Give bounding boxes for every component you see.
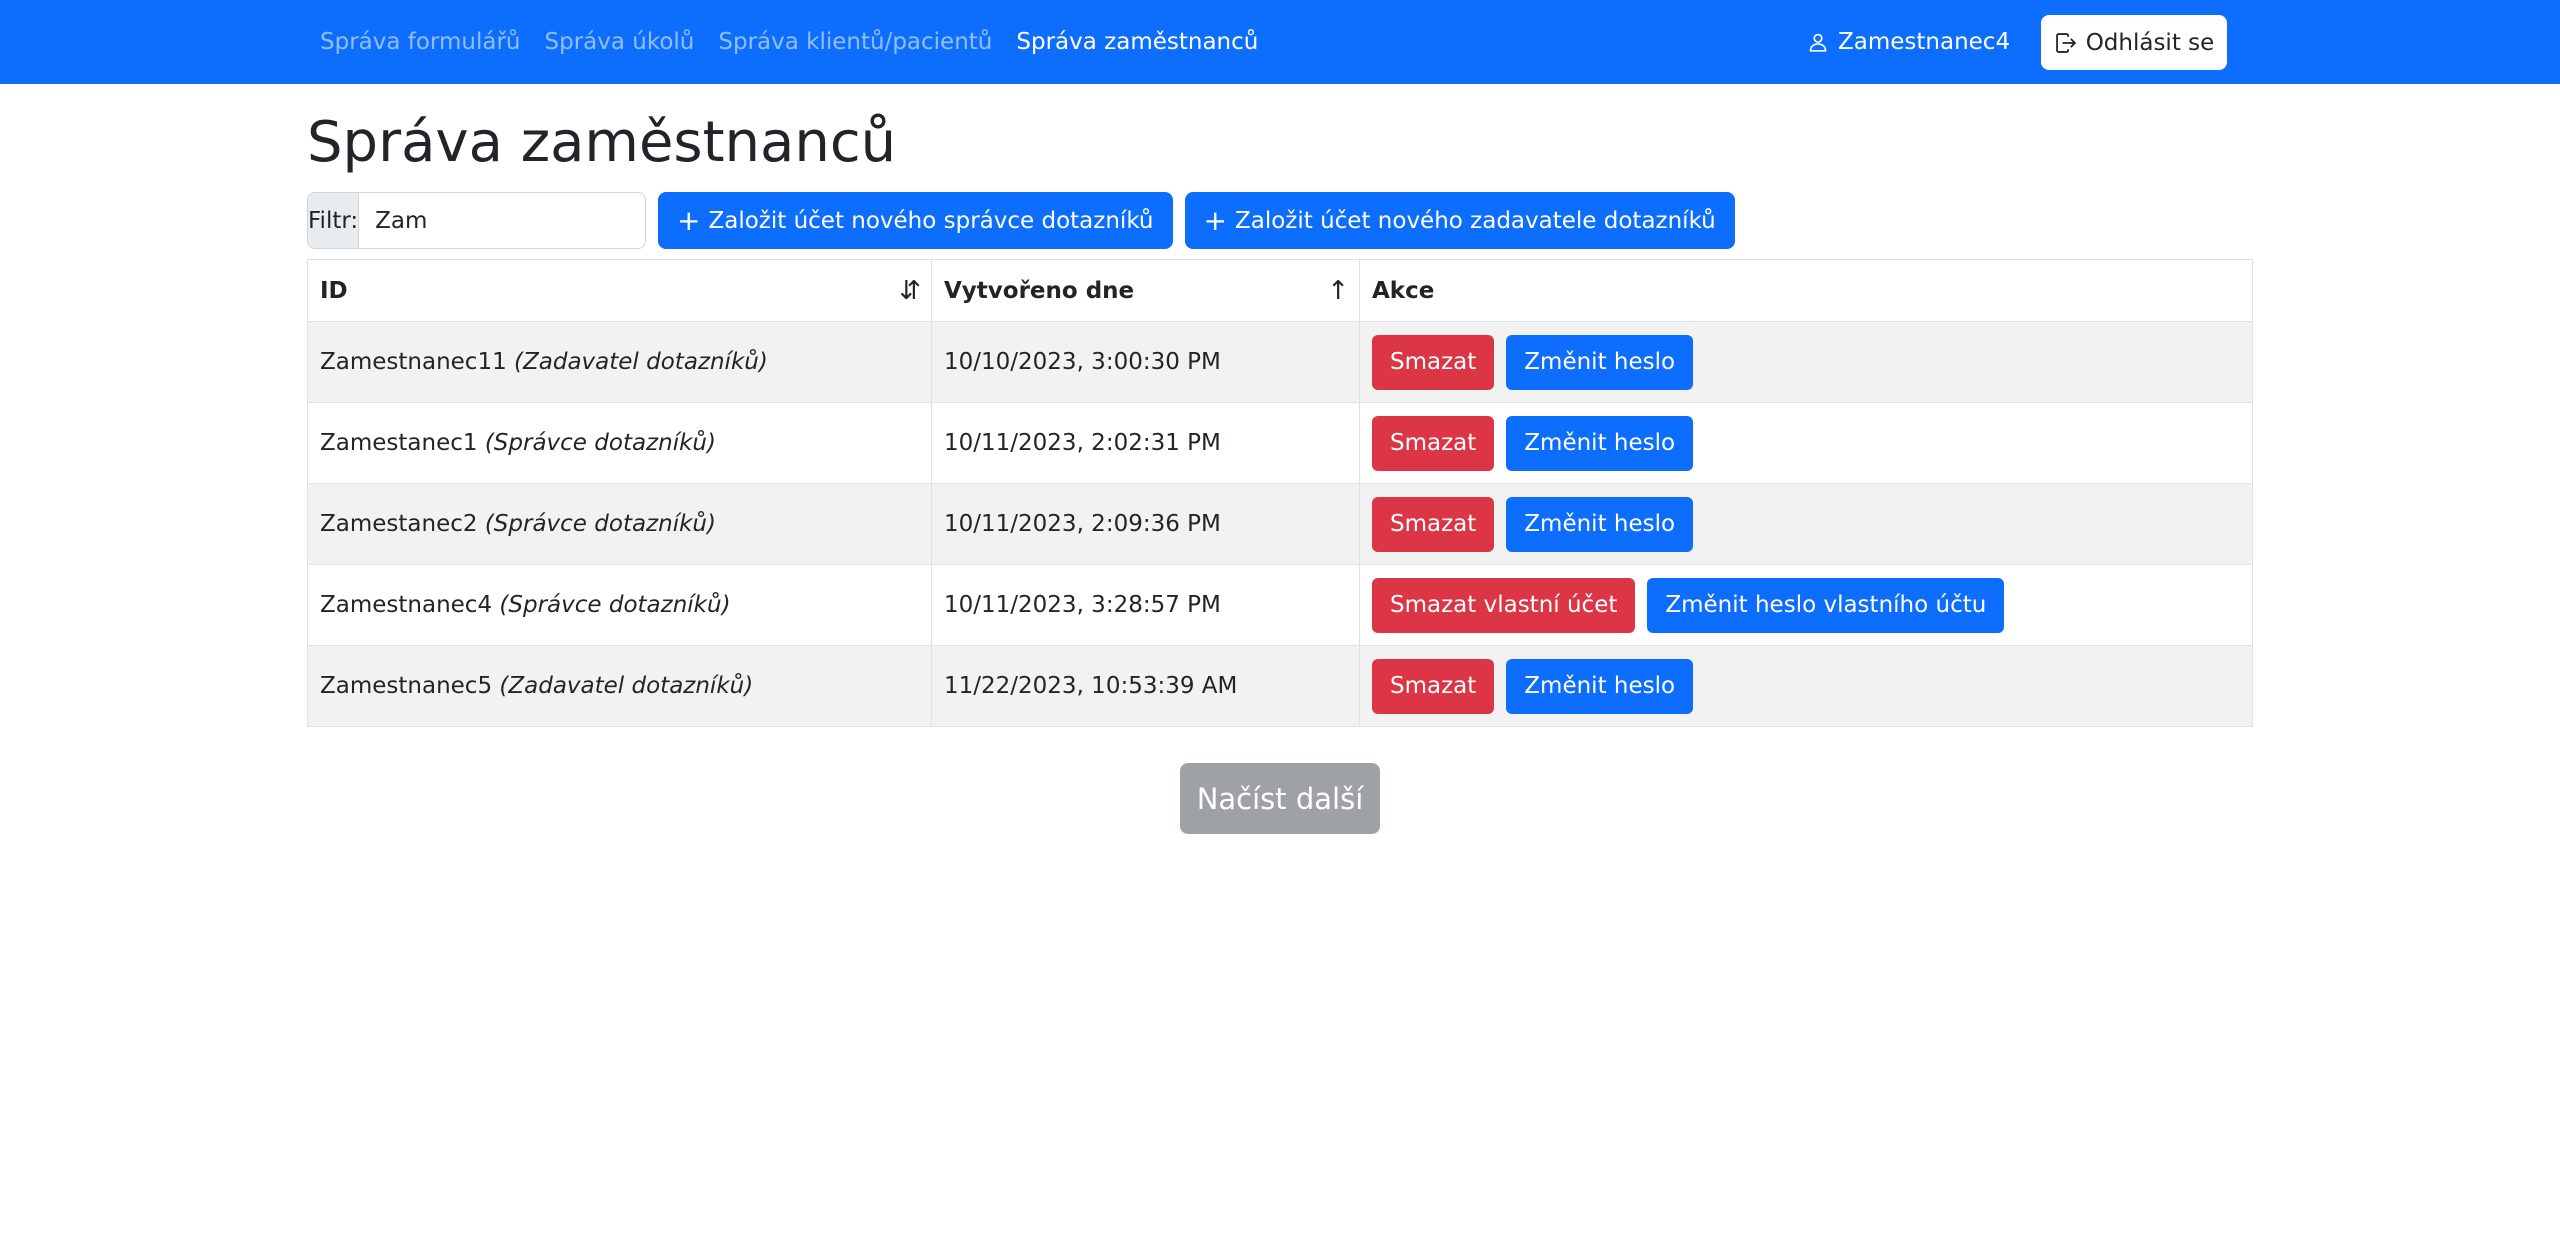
employee-name: Zamestnanec11 bbox=[320, 349, 507, 375]
page-title: Správa zaměstnanců bbox=[307, 110, 897, 175]
actions-cell: Smazat Změnit heslo bbox=[1359, 321, 2253, 403]
change-password-button[interactable]: Změnit heslo bbox=[1506, 334, 1694, 390]
logout-button[interactable]: Odhlásit se bbox=[2041, 15, 2227, 70]
table-row: Zamestnanec5 (Zadavatel dotazníků) 11/22… bbox=[307, 645, 2253, 727]
nav-link-forms[interactable]: Správa formulářů bbox=[320, 29, 521, 55]
column-header-id[interactable]: ID ⇵ bbox=[307, 259, 932, 322]
filter-group: Filtr: bbox=[307, 192, 646, 249]
employee-id-cell: Zamestnanec4 (Správce dotazníků) bbox=[307, 564, 932, 646]
table-header-row: ID ⇵ Vytvořeno dne ↑ Akce bbox=[307, 259, 2253, 322]
created-date-cell: 10/11/2023, 2:02:31 PM bbox=[931, 402, 1360, 484]
created-date-cell: 10/11/2023, 3:28:57 PM bbox=[931, 564, 1360, 646]
employees-table: ID ⇵ Vytvořeno dne ↑ Akce Zamestnanec11 … bbox=[307, 259, 2253, 727]
delete-own-account-button[interactable]: Smazat vlastní účet bbox=[1372, 577, 1636, 633]
plus-icon: + bbox=[1203, 203, 1227, 237]
toolbar: Filtr: + Založit účet nového správce dot… bbox=[307, 192, 1735, 249]
logout-icon bbox=[2055, 32, 2076, 53]
employee-role: (Správce dotazníků) bbox=[499, 592, 731, 618]
employee-id-cell: Zamestanec1 (Správce dotazníků) bbox=[307, 402, 932, 484]
employee-name: Zamestanec1 bbox=[320, 430, 478, 456]
created-date-cell: 11/22/2023, 10:53:39 AM bbox=[931, 645, 1360, 727]
employee-name: Zamestnanec5 bbox=[320, 673, 493, 699]
table-row: Zamestnanec11 (Zadavatel dotazníků) 10/1… bbox=[307, 321, 2253, 403]
employee-role: (Zadavatel dotazníků) bbox=[514, 349, 768, 375]
column-header-created-label: Vytvořeno dne bbox=[944, 277, 1135, 304]
column-header-actions-label: Akce bbox=[1372, 277, 1435, 304]
nav-link-tasks[interactable]: Správa úkolů bbox=[545, 29, 695, 55]
filter-label: Filtr: bbox=[308, 193, 360, 248]
column-header-actions: Akce bbox=[1359, 259, 2253, 322]
column-header-id-label: ID bbox=[320, 277, 348, 304]
top-navbar: Správa formulářů Správa úkolů Správa kli… bbox=[0, 0, 2560, 84]
person-icon bbox=[1809, 33, 1827, 52]
plus-icon: + bbox=[677, 203, 701, 237]
actions-cell: Smazat Změnit heslo bbox=[1359, 483, 2253, 565]
change-password-button[interactable]: Změnit heslo bbox=[1506, 415, 1694, 471]
change-password-button[interactable]: Změnit heslo bbox=[1506, 658, 1694, 714]
change-password-button[interactable]: Změnit heslo bbox=[1506, 496, 1694, 552]
nav-links: Správa formulářů Správa úkolů Správa kli… bbox=[320, 0, 1258, 84]
load-more-button[interactable]: Načíst další bbox=[1180, 763, 1380, 834]
nav-link-clients[interactable]: Správa klientů/pacientů bbox=[718, 29, 992, 55]
change-own-password-button[interactable]: Změnit heslo vlastního účtu bbox=[1647, 577, 2005, 633]
create-admin-account-button[interactable]: + Založit účet nového správce dotazníků bbox=[658, 192, 1173, 249]
table-row: Zamestanec1 (Správce dotazníků) 10/11/20… bbox=[307, 402, 2253, 484]
actions-cell: Smazat Změnit heslo bbox=[1359, 402, 2253, 484]
sort-both-icon[interactable]: ⇵ bbox=[899, 276, 921, 306]
nav-user[interactable]: Zamestnanec4 bbox=[1808, 0, 2010, 84]
sort-ascending-icon[interactable]: ↑ bbox=[1327, 276, 1349, 306]
delete-button[interactable]: Smazat bbox=[1372, 334, 1495, 390]
nav-user-name: Zamestnanec4 bbox=[1838, 29, 2011, 55]
employee-role: (Správce dotazníků) bbox=[484, 430, 716, 456]
delete-button[interactable]: Smazat bbox=[1372, 415, 1495, 471]
filter-input[interactable] bbox=[359, 193, 645, 248]
column-header-created[interactable]: Vytvořeno dne ↑ bbox=[931, 259, 1360, 322]
create-submitter-account-button[interactable]: + Založit účet nového zadavatele dotazní… bbox=[1184, 192, 1735, 249]
table-row: Zamestanec2 (Správce dotazníků) 10/11/20… bbox=[307, 483, 2253, 565]
employee-role: (Zadavatel dotazníků) bbox=[499, 673, 754, 699]
actions-cell: Smazat Změnit heslo bbox=[1359, 645, 2253, 727]
actions-cell: Smazat vlastní účet Změnit heslo vlastní… bbox=[1359, 564, 2253, 646]
delete-button[interactable]: Smazat bbox=[1372, 658, 1495, 714]
delete-button[interactable]: Smazat bbox=[1372, 496, 1495, 552]
table-row: Zamestnanec4 (Správce dotazníků) 10/11/2… bbox=[307, 564, 2253, 646]
created-date-cell: 10/10/2023, 3:00:30 PM bbox=[931, 321, 1360, 403]
nav-link-employees[interactable]: Správa zaměstnanců bbox=[1016, 29, 1258, 55]
employee-id-cell: Zamestnanec5 (Zadavatel dotazníků) bbox=[307, 645, 932, 727]
created-date-cell: 10/11/2023, 2:09:36 PM bbox=[931, 483, 1360, 565]
employee-role: (Správce dotazníků) bbox=[484, 511, 716, 537]
employee-name: Zamestanec2 bbox=[320, 511, 478, 537]
logout-label: Odhlásit se bbox=[2085, 29, 2215, 56]
employee-name: Zamestnanec4 bbox=[320, 592, 493, 618]
create-admin-account-label: Založit účet nového správce dotazníků bbox=[708, 207, 1154, 234]
create-submitter-account-label: Založit účet nového zadavatele dotazníků bbox=[1234, 207, 1716, 234]
employee-id-cell: Zamestanec2 (Správce dotazníků) bbox=[307, 483, 932, 565]
employee-id-cell: Zamestnanec11 (Zadavatel dotazníků) bbox=[307, 321, 932, 403]
